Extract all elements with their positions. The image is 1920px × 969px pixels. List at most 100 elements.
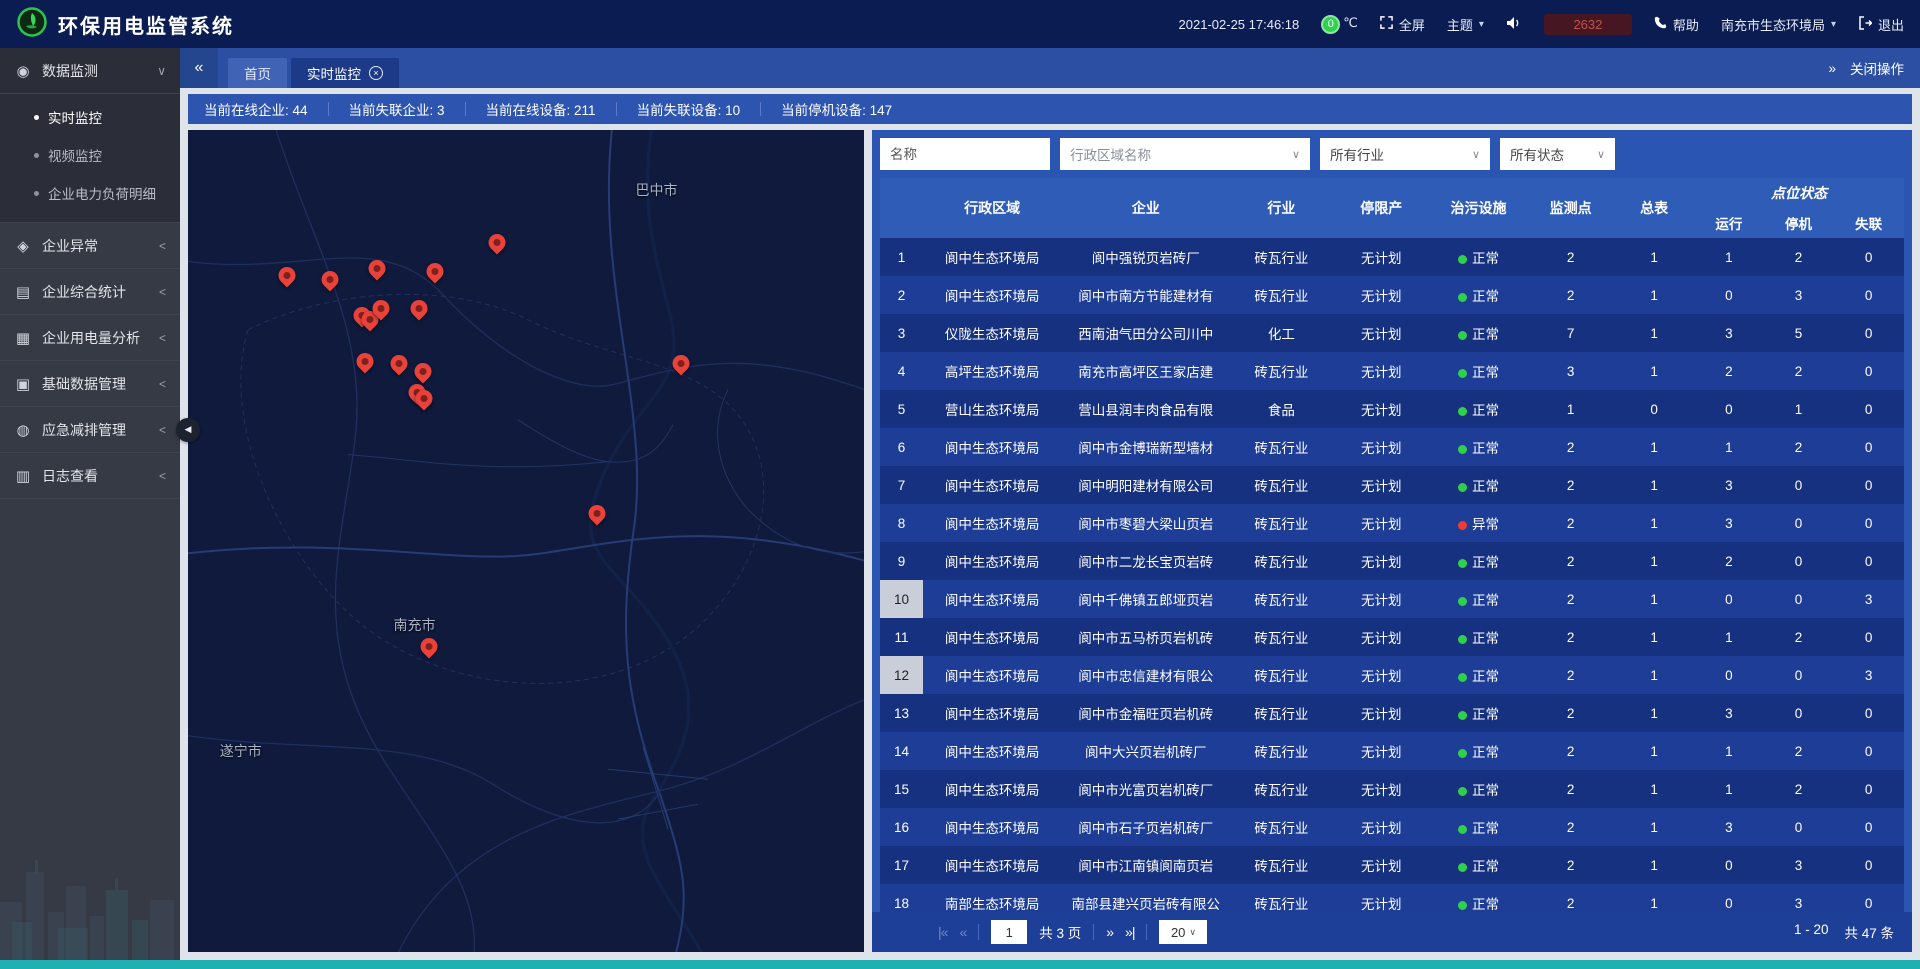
table-row[interactable]: 10阆中生态环境局阆中千佛镇五郎垭页岩砖瓦行业无计划正常21003	[880, 580, 1904, 618]
cell-stop: 3	[1764, 276, 1834, 314]
sidebar-group[interactable]: ◉数据监测∨	[0, 48, 180, 94]
sidebar-item[interactable]: 企业电力负荷明细	[0, 174, 180, 212]
chevron-down-icon: ∨	[1292, 148, 1300, 161]
phone-icon	[1654, 16, 1667, 32]
alert-count-badge[interactable]: 2632	[1544, 14, 1632, 35]
datetime: 2021-02-25 17:46:18	[1179, 17, 1300, 32]
cell-industry: 砖瓦行业	[1230, 466, 1332, 504]
table-row[interactable]: 13阆中生态环境局阆中市金福旺页岩机砖砖瓦行业无计划正常21300	[880, 694, 1904, 732]
table-row[interactable]: 6阆中生态环境局阆中市金博瑞新型墙材砖瓦行业无计划正常21120	[880, 428, 1904, 466]
cell-company: 阆中明阳建材有限公司	[1061, 466, 1230, 504]
stat-item: 当前在线企业: 44	[204, 99, 328, 119]
table-row[interactable]: 18南部生态环境局南部县建兴页岩砖有限公砖瓦行业无计划正常21030	[880, 884, 1904, 912]
map-collapse-handle[interactable]: ◀	[176, 418, 200, 442]
sidebar-group-label: 企业综合统计	[42, 282, 126, 302]
table-row[interactable]: 17阆中生态环境局阆中市江南镇阆南页岩砖瓦行业无计划正常21030	[880, 846, 1904, 884]
cell-index: 15	[880, 770, 923, 808]
table-row[interactable]: 11阆中生态环境局阆中市五马桥页岩机砖砖瓦行业无计划正常21120	[880, 618, 1904, 656]
region-filter-select[interactable]: 行政区域名称 ∨	[1060, 138, 1310, 170]
logout-button[interactable]: 退出	[1858, 15, 1904, 34]
skyline-decoration	[0, 830, 180, 960]
sidebar-item[interactable]: 视频监控	[0, 136, 180, 174]
table-row[interactable]: 8阆中生态环境局阆中市枣碧大梁山页岩砖瓦行业无计划异常21300	[880, 504, 1904, 542]
cell-company: 阆中千佛镇五郎垭页岩	[1061, 580, 1230, 618]
theme-dropdown[interactable]: 主题 ▾	[1447, 15, 1484, 34]
cell-points: 2	[1527, 884, 1614, 912]
cell-company: 阆中大兴页岩机砖厂	[1061, 732, 1230, 770]
cell-region: 阆中生态环境局	[923, 428, 1061, 466]
cell-industry: 砖瓦行业	[1230, 542, 1332, 580]
cell-facility: 正常	[1430, 580, 1527, 618]
next-page-icon[interactable]: »	[1106, 924, 1113, 940]
sidebar-group[interactable]: ▥日志查看<	[0, 453, 180, 499]
table-row[interactable]: 5营山生态环境局营山县润丰肉食品有限食品无计划正常10010	[880, 390, 1904, 428]
cell-company: 南部县建兴页岩砖有限公	[1061, 884, 1230, 912]
status-dot-icon	[1458, 635, 1467, 644]
sidebar-group[interactable]: ▤企业综合统计<	[0, 269, 180, 315]
sidebar-group[interactable]: ▣基础数据管理<	[0, 361, 180, 407]
cell-meter: 1	[1614, 542, 1694, 580]
table-row[interactable]: 7阆中生态环境局阆中明阳建材有限公司砖瓦行业无计划正常21300	[880, 466, 1904, 504]
page-size-select[interactable]: 20 ∨	[1159, 920, 1207, 944]
page-number-input[interactable]	[991, 920, 1027, 944]
table-row[interactable]: 4高坪生态环境局南充市高坪区王家店建砖瓦行业无计划正常31220	[880, 352, 1904, 390]
table-row[interactable]: 12阆中生态环境局阆中市忠信建材有限公砖瓦行业无计划正常21003	[880, 656, 1904, 694]
tab[interactable]: 实时监控×	[291, 58, 399, 88]
last-page-icon[interactable]: »|	[1125, 924, 1134, 940]
cell-limit: 无计划	[1333, 808, 1430, 846]
table-row[interactable]: 3仪陇生态环境局西南油气田分公司川中化工无计划正常71350	[880, 314, 1904, 352]
sidebar-group[interactable]: ◍应急减排管理<	[0, 407, 180, 453]
tab-close-icon[interactable]: ×	[369, 66, 383, 80]
cell-industry: 砖瓦行业	[1230, 618, 1332, 656]
status-dot-icon	[1458, 711, 1467, 720]
industry-filter-select[interactable]: 所有行业 ∨	[1320, 138, 1490, 170]
table-row[interactable]: 1阆中生态环境局阆中强锐页岩砖厂砖瓦行业无计划正常21120	[880, 238, 1904, 276]
close-operations-button[interactable]: 关闭操作	[1850, 58, 1904, 78]
table-row[interactable]: 14阆中生态环境局阆中大兴页岩机砖厂砖瓦行业无计划正常21120	[880, 732, 1904, 770]
status-filter-select[interactable]: 所有状态 ∨	[1500, 138, 1615, 170]
cell-run: 0	[1694, 390, 1764, 428]
chevron-right-icon: <	[159, 285, 166, 299]
cell-limit: 无计划	[1333, 390, 1430, 428]
table-row[interactable]: 2阆中生态环境局阆中市南方节能建材有砖瓦行业无计划正常21030	[880, 276, 1904, 314]
tab[interactable]: 首页	[228, 58, 287, 88]
cell-points: 7	[1527, 314, 1614, 352]
name-filter-input[interactable]	[880, 138, 1050, 170]
header-offline: 失联	[1833, 208, 1904, 238]
cell-meter: 1	[1614, 580, 1694, 618]
map[interactable]: 巴中市南充市遂宁市 ◀	[188, 130, 864, 952]
status-dot-icon	[1458, 331, 1467, 340]
org-dropdown[interactable]: 南充市生态环境局 ▾	[1721, 15, 1836, 34]
cell-index: 4	[880, 352, 923, 390]
cell-meter: 1	[1614, 314, 1694, 352]
status-dot-icon	[1458, 255, 1467, 264]
cell-run: 0	[1694, 884, 1764, 912]
cell-region: 阆中生态环境局	[923, 238, 1061, 276]
sidebar: ◉数据监测∨实时监控视频监控企业电力负荷明细◈企业异常<▤企业综合统计<▦企业用…	[0, 48, 180, 960]
prev-page-icon[interactable]: «	[959, 924, 966, 940]
first-page-icon[interactable]: |«	[938, 924, 947, 940]
sidebar-item[interactable]: 实时监控	[0, 98, 180, 136]
table-row[interactable]: 15阆中生态环境局阆中市光富页岩机砖厂砖瓦行业无计划正常21120	[880, 770, 1904, 808]
bottom-accent-strip	[0, 960, 1920, 969]
sidebar-group[interactable]: ◈企业异常<	[0, 223, 180, 269]
cell-limit: 无计划	[1333, 352, 1430, 390]
chevron-right-icon: <	[159, 239, 166, 253]
cell-points: 2	[1527, 542, 1614, 580]
temperature: 0 ℃	[1321, 15, 1358, 34]
table-row[interactable]: 9阆中生态环境局阆中市二龙长宝页岩砖砖瓦行业无计划正常21200	[880, 542, 1904, 580]
sidebar-group[interactable]: ▦企业用电量分析<	[0, 315, 180, 361]
cell-stop: 0	[1764, 808, 1834, 846]
speaker-button[interactable]	[1506, 16, 1522, 33]
cell-points: 2	[1527, 238, 1614, 276]
tabs-scroll-left-icon[interactable]: «	[180, 48, 218, 88]
fullscreen-button[interactable]: 全屏	[1380, 15, 1425, 34]
stat-item: 当前失联企业: 3	[329, 99, 465, 119]
cell-meter: 1	[1614, 884, 1694, 912]
tabs-scroll-right-icon[interactable]: »	[1828, 61, 1836, 76]
sidebar-group-label: 基础数据管理	[42, 374, 126, 394]
cell-region: 阆中生态环境局	[923, 732, 1061, 770]
help-button[interactable]: 帮助	[1654, 15, 1699, 34]
table-row[interactable]: 16阆中生态环境局阆中市石子页岩机砖厂砖瓦行业无计划正常21300	[880, 808, 1904, 846]
cell-region: 阆中生态环境局	[923, 656, 1061, 694]
